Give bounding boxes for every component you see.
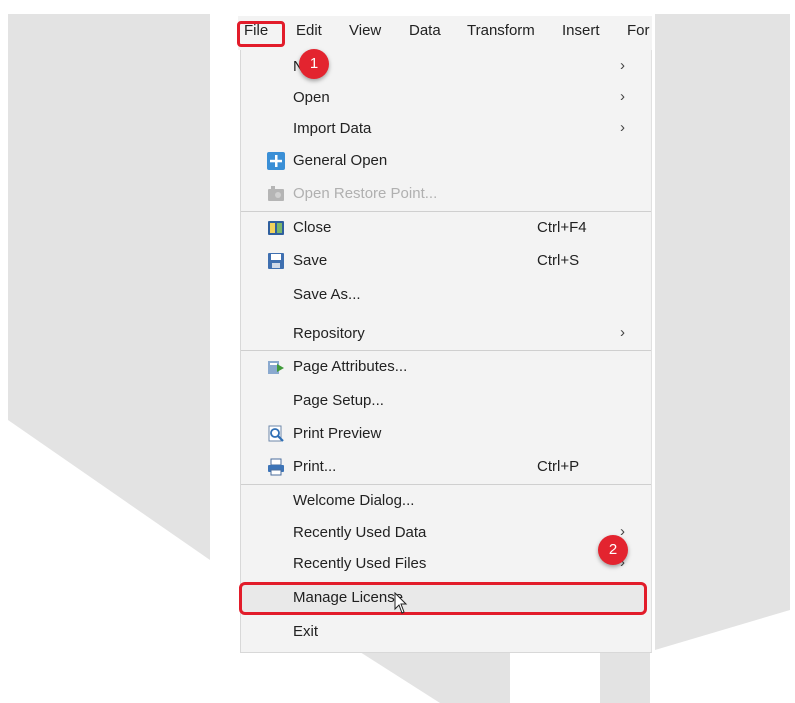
menu-item-page-setup-label: Page Setup... [293, 392, 384, 409]
shortcut-print: Ctrl+P [537, 458, 580, 475]
print-preview-icon [268, 425, 284, 442]
menu-data[interactable]: Data [409, 22, 441, 39]
mouse-cursor-icon [394, 592, 408, 614]
save-icon [268, 253, 284, 269]
menu-item-exit[interactable]: Exit [241, 617, 651, 647]
file-menu-dropdown: New › Open › Import Data › General Open … [240, 50, 652, 653]
step-badge-2: 2 [598, 535, 628, 565]
menu-item-print-label: Print... [293, 458, 337, 475]
menu-view[interactable]: View [349, 22, 381, 39]
menu-item-repository-label: Repository [293, 325, 365, 342]
printer-icon [268, 458, 284, 476]
menu-item-recently-used-files-label: Recently Used Files [293, 555, 427, 572]
chevron-right-icon: › [620, 57, 625, 74]
menu-item-open-restore-point-label: Open Restore Point... [293, 185, 438, 202]
close-file-icon [268, 221, 284, 235]
menu-item-open[interactable]: Open › [241, 83, 651, 113]
menu-item-general-open[interactable]: General Open [241, 146, 651, 176]
highlight-manage-license [239, 582, 647, 615]
menu-item-page-attributes-label: Page Attributes... [293, 358, 408, 375]
menu-item-save-as-label: Save As... [293, 286, 361, 303]
menu-item-open-label: Open [293, 89, 330, 106]
menu-item-welcome-dialog[interactable]: Welcome Dialog... [241, 486, 651, 516]
menu-item-general-open-label: General Open [293, 152, 388, 169]
menu-item-close-label: Close [293, 219, 332, 236]
menu-item-import-data[interactable]: Import Data › [241, 114, 651, 144]
plus-icon [267, 152, 285, 170]
menu-item-repository[interactable]: Repository › [241, 319, 651, 349]
menu-item-page-setup[interactable]: Page Setup... [241, 386, 651, 416]
menu-insert[interactable]: Insert [562, 22, 600, 39]
step-badge-1: 1 [299, 49, 329, 79]
shortcut-close: Ctrl+F4 [537, 219, 587, 236]
menu-transform[interactable]: Transform [467, 22, 535, 39]
highlight-file-menu [237, 21, 285, 47]
menu-item-save-as[interactable]: Save As... [241, 280, 651, 310]
menu-item-close[interactable]: Close Ctrl+F4 [241, 213, 651, 243]
chevron-right-icon: › [620, 88, 625, 105]
chevron-right-icon: › [620, 324, 625, 341]
menu-item-save-label: Save [293, 252, 328, 269]
menu-item-print-preview-label: Print Preview [293, 425, 382, 442]
menu-separator [241, 350, 651, 351]
menu-separator [241, 484, 651, 485]
menu-item-recently-used-files[interactable]: Recently Used Files › [241, 549, 651, 579]
menu-item-recently-used-data[interactable]: Recently Used Data › [241, 518, 651, 548]
menu-item-open-restore-point: Open Restore Point... [241, 179, 651, 209]
menu-item-save[interactable]: Save Ctrl+S [241, 246, 651, 276]
menu-bar: File Edit View Data Transform Insert For [238, 16, 652, 50]
menu-format[interactable]: For [627, 22, 650, 39]
menu-item-page-attributes[interactable]: Page Attributes... [241, 352, 651, 382]
menu-item-recently-used-data-label: Recently Used Data [293, 524, 427, 541]
menu-separator [241, 211, 651, 212]
page-attributes-icon [268, 361, 284, 374]
menu-item-print-preview[interactable]: Print Preview [241, 419, 651, 449]
menu-item-exit-label: Exit [293, 623, 319, 640]
menu-item-import-data-label: Import Data [293, 120, 372, 137]
chevron-right-icon: › [620, 119, 625, 136]
menu-edit[interactable]: Edit [296, 22, 322, 39]
menu-item-print[interactable]: Print... Ctrl+P [241, 452, 651, 482]
menu-item-welcome-dialog-label: Welcome Dialog... [293, 492, 415, 509]
restore-point-icon [268, 186, 284, 201]
shortcut-save: Ctrl+S [537, 252, 580, 269]
